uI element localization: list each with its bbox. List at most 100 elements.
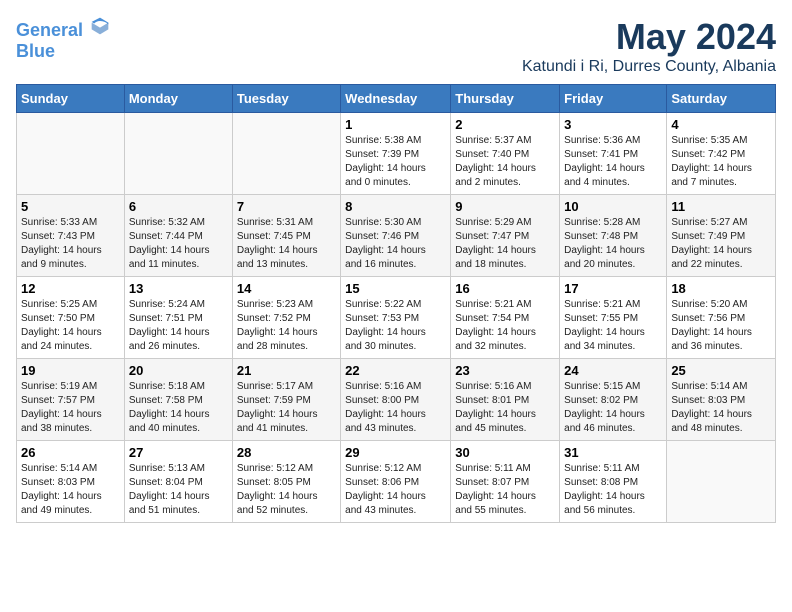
calendar-cell: 16 Sunrise: 5:21 AM Sunset: 7:54 PM Dayli… [451,277,560,359]
calendar-cell: 8Sunrise: 5:30 AM Sunset: 7:46 PM Daylig… [341,195,451,277]
calendar-cell: 26Sunrise: 5:14 AM Sunset: 8:03 PM Dayli… [17,441,125,523]
day-number: 14 [237,281,336,296]
day-number: 1 [345,117,446,132]
day-detail: Sunrise: 5:33 AM Sunset: 7:43 PM Dayligh… [21,216,120,272]
calendar-cell: 21 Sunrise: 5:17 AM Sunset: 7:59 PM Dayli… [232,359,340,441]
calendar-cell: 3 Sunrise: 5:36 AM Sunset: 7:41 PM Daylig… [560,113,667,195]
day-detail: Sunrise: 5:11 AM Sunset: 8:07 PM Dayligh… [455,462,555,518]
day-number: 30 [455,445,555,460]
day-detail: Sunrise: 5:24 AM Sunset: 7:51 PM Dayligh… [129,298,228,354]
page-header: General Blue May 2024 Katundi i Ri, Durr… [16,16,776,76]
weekday-header-monday: Monday [124,85,232,113]
calendar-cell: 29 Sunrise: 5:12 AM Sunset: 8:06 PM Dayli… [341,441,451,523]
calendar-table: SundayMondayTuesdayWednesdayThursdayFrid… [16,84,776,523]
day-detail: Sunrise: 5:36 AM Sunset: 7:41 PM Dayligh… [564,134,662,190]
day-detail: Sunrise: 5:32 AM Sunset: 7:44 PM Dayligh… [129,216,228,272]
day-detail: Sunrise: 5:31 AM Sunset: 7:45 PM Dayligh… [237,216,336,272]
calendar-cell: 30 Sunrise: 5:11 AM Sunset: 8:07 PM Dayli… [451,441,560,523]
day-number: 8 [345,199,446,214]
calendar-cell: 12Sunrise: 5:25 AM Sunset: 7:50 PM Dayli… [17,277,125,359]
weekday-header-tuesday: Tuesday [232,85,340,113]
day-number: 28 [237,445,336,460]
calendar-cell: 2 Sunrise: 5:37 AM Sunset: 7:40 PM Daylig… [451,113,560,195]
day-detail: Sunrise: 5:12 AM Sunset: 8:06 PM Dayligh… [345,462,446,518]
weekday-header-friday: Friday [560,85,667,113]
logo-text: General [16,16,110,41]
main-title: May 2024 [522,16,776,58]
day-number: 2 [455,117,555,132]
day-number: 3 [564,117,662,132]
day-number: 11 [671,199,771,214]
calendar-week-1: 1 Sunrise: 5:38 AM Sunset: 7:39 PM Daylig… [17,113,776,195]
calendar-week-3: 12Sunrise: 5:25 AM Sunset: 7:50 PM Dayli… [17,277,776,359]
calendar-cell: 15 Sunrise: 5:22 AM Sunset: 7:53 PM Dayli… [341,277,451,359]
weekday-header-sunday: Sunday [17,85,125,113]
calendar-cell: 28Sunrise: 5:12 AM Sunset: 8:05 PM Dayli… [232,441,340,523]
weekday-header-thursday: Thursday [451,85,560,113]
title-block: May 2024 Katundi i Ri, Durres County, Al… [522,16,776,76]
calendar-cell: 10Sunrise: 5:28 AM Sunset: 7:48 PM Dayli… [560,195,667,277]
day-number: 7 [237,199,336,214]
day-detail: Sunrise: 5:14 AM Sunset: 8:03 PM Dayligh… [671,380,771,436]
day-detail: Sunrise: 5:19 AM Sunset: 7:57 PM Dayligh… [21,380,120,436]
day-detail: Sunrise: 5:21 AM Sunset: 7:55 PM Dayligh… [564,298,662,354]
calendar-cell: 22 Sunrise: 5:16 AM Sunset: 8:00 PM Dayli… [341,359,451,441]
calendar-cell: 9Sunrise: 5:29 AM Sunset: 7:47 PM Daylig… [451,195,560,277]
calendar-cell: 4 Sunrise: 5:35 AM Sunset: 7:42 PM Daylig… [667,113,776,195]
calendar-cell [17,113,125,195]
calendar-cell: 17 Sunrise: 5:21 AM Sunset: 7:55 PM Dayli… [560,277,667,359]
day-detail: Sunrise: 5:21 AM Sunset: 7:54 PM Dayligh… [455,298,555,354]
day-number: 12 [21,281,120,296]
day-detail: Sunrise: 5:11 AM Sunset: 8:08 PM Dayligh… [564,462,662,518]
weekday-header-wednesday: Wednesday [341,85,451,113]
calendar-cell [232,113,340,195]
calendar-cell [124,113,232,195]
weekday-header-saturday: Saturday [667,85,776,113]
day-detail: Sunrise: 5:37 AM Sunset: 7:40 PM Dayligh… [455,134,555,190]
day-detail: Sunrise: 5:18 AM Sunset: 7:58 PM Dayligh… [129,380,228,436]
day-number: 17 [564,281,662,296]
day-detail: Sunrise: 5:28 AM Sunset: 7:48 PM Dayligh… [564,216,662,272]
calendar-cell: 11 Sunrise: 5:27 AM Sunset: 7:49 PM Dayli… [667,195,776,277]
day-detail: Sunrise: 5:22 AM Sunset: 7:53 PM Dayligh… [345,298,446,354]
day-detail: Sunrise: 5:35 AM Sunset: 7:42 PM Dayligh… [671,134,771,190]
day-number: 20 [129,363,228,378]
logo-blue: Blue [16,41,110,62]
weekday-header-row: SundayMondayTuesdayWednesdayThursdayFrid… [17,85,776,113]
calendar-week-4: 19Sunrise: 5:19 AM Sunset: 7:57 PM Dayli… [17,359,776,441]
calendar-cell: 18 Sunrise: 5:20 AM Sunset: 7:56 PM Dayli… [667,277,776,359]
day-detail: Sunrise: 5:20 AM Sunset: 7:56 PM Dayligh… [671,298,771,354]
subtitle: Katundi i Ri, Durres County, Albania [522,58,776,76]
day-detail: Sunrise: 5:14 AM Sunset: 8:03 PM Dayligh… [21,462,120,518]
calendar-cell: 20 Sunrise: 5:18 AM Sunset: 7:58 PM Dayli… [124,359,232,441]
calendar-cell: 1 Sunrise: 5:38 AM Sunset: 7:39 PM Daylig… [341,113,451,195]
day-number: 25 [671,363,771,378]
calendar-cell: 24 Sunrise: 5:15 AM Sunset: 8:02 PM Dayli… [560,359,667,441]
calendar-cell: 31Sunrise: 5:11 AM Sunset: 8:08 PM Dayli… [560,441,667,523]
calendar-cell: 7 Sunrise: 5:31 AM Sunset: 7:45 PM Daylig… [232,195,340,277]
calendar-cell: 19Sunrise: 5:19 AM Sunset: 7:57 PM Dayli… [17,359,125,441]
logo: General Blue [16,16,110,62]
logo-icon [90,16,110,36]
day-number: 24 [564,363,662,378]
day-number: 22 [345,363,446,378]
day-number: 6 [129,199,228,214]
day-detail: Sunrise: 5:38 AM Sunset: 7:39 PM Dayligh… [345,134,446,190]
day-detail: Sunrise: 5:16 AM Sunset: 8:00 PM Dayligh… [345,380,446,436]
day-detail: Sunrise: 5:29 AM Sunset: 7:47 PM Dayligh… [455,216,555,272]
day-number: 15 [345,281,446,296]
day-detail: Sunrise: 5:17 AM Sunset: 7:59 PM Dayligh… [237,380,336,436]
day-number: 16 [455,281,555,296]
day-detail: Sunrise: 5:27 AM Sunset: 7:49 PM Dayligh… [671,216,771,272]
day-number: 21 [237,363,336,378]
calendar-cell [667,441,776,523]
day-number: 29 [345,445,446,460]
day-detail: Sunrise: 5:23 AM Sunset: 7:52 PM Dayligh… [237,298,336,354]
day-number: 18 [671,281,771,296]
day-number: 4 [671,117,771,132]
calendar-cell: 27Sunrise: 5:13 AM Sunset: 8:04 PM Dayli… [124,441,232,523]
calendar-week-5: 26Sunrise: 5:14 AM Sunset: 8:03 PM Dayli… [17,441,776,523]
calendar-cell: 5Sunrise: 5:33 AM Sunset: 7:43 PM Daylig… [17,195,125,277]
day-detail: Sunrise: 5:15 AM Sunset: 8:02 PM Dayligh… [564,380,662,436]
calendar-cell: 14 Sunrise: 5:23 AM Sunset: 7:52 PM Dayli… [232,277,340,359]
